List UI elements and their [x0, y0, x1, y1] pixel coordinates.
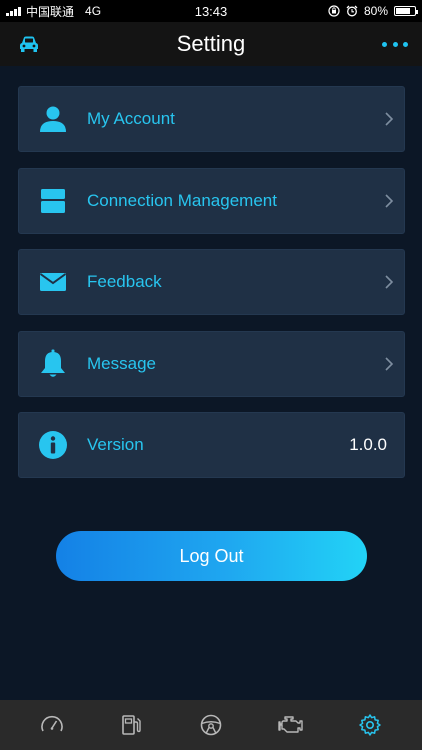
nav-header: Setting — [0, 22, 422, 66]
tab-engine[interactable] — [271, 705, 311, 745]
device-icon — [19, 187, 87, 215]
menu-item-feedback[interactable]: Feedback — [18, 249, 405, 315]
user-icon — [19, 105, 87, 133]
battery-fill — [396, 8, 411, 14]
menu-item-label: Feedback — [87, 272, 162, 291]
settings-list: My Account Connection Management Feedbac… — [18, 86, 405, 494]
menu-item-label: Connection Management — [87, 190, 277, 210]
battery-icon — [394, 6, 418, 16]
tab-bar — [0, 700, 422, 750]
menu-item-connection-management[interactable]: Connection Management — [18, 167, 405, 234]
speedometer-icon — [41, 715, 63, 732]
menu-item-my-account[interactable]: My Account — [18, 86, 405, 152]
orientation-lock-icon — [328, 5, 340, 17]
steering-wheel-icon — [200, 714, 222, 736]
more-icon[interactable] — [382, 34, 408, 54]
tab-steering[interactable] — [191, 705, 231, 745]
menu-item-label: Message — [87, 353, 156, 373]
network-type: 4G — [85, 4, 102, 18]
status-bar-left: 中国联通 4G — [6, 3, 101, 20]
menu-item-message[interactable]: Message — [18, 330, 405, 397]
tab-dashboard[interactable] — [32, 705, 72, 745]
menu-item-version: Version 1.0.0 — [18, 412, 405, 478]
alarm-icon — [346, 5, 358, 17]
menu-item-label: Version — [87, 435, 144, 454]
carrier-name: 中国联通 — [26, 4, 75, 19]
chevron-right-icon — [374, 356, 404, 372]
gear-icon — [359, 714, 381, 736]
version-value: 1.0.0 — [349, 435, 387, 454]
chevron-right-icon — [374, 274, 404, 290]
tab-fuel[interactable] — [111, 705, 151, 745]
mail-icon — [19, 271, 87, 293]
logout-button[interactable]: Log Out — [56, 531, 367, 581]
fuel-icon — [122, 715, 142, 735]
battery-percent: 80% — [363, 4, 388, 18]
chevron-right-icon — [374, 193, 404, 209]
info-icon — [19, 430, 87, 460]
bell-icon — [19, 349, 87, 379]
tab-settings[interactable] — [350, 705, 390, 745]
signal-icon — [6, 6, 21, 16]
page-title: Setting — [176, 31, 246, 56]
engine-icon — [277, 716, 303, 733]
menu-item-label: My Account — [87, 109, 175, 128]
car-icon[interactable] — [18, 34, 40, 54]
status-bar: 中国联通 4G 13:43 80% — [0, 0, 422, 22]
chevron-right-icon — [374, 111, 404, 127]
status-bar-right: 80% — [328, 4, 418, 18]
